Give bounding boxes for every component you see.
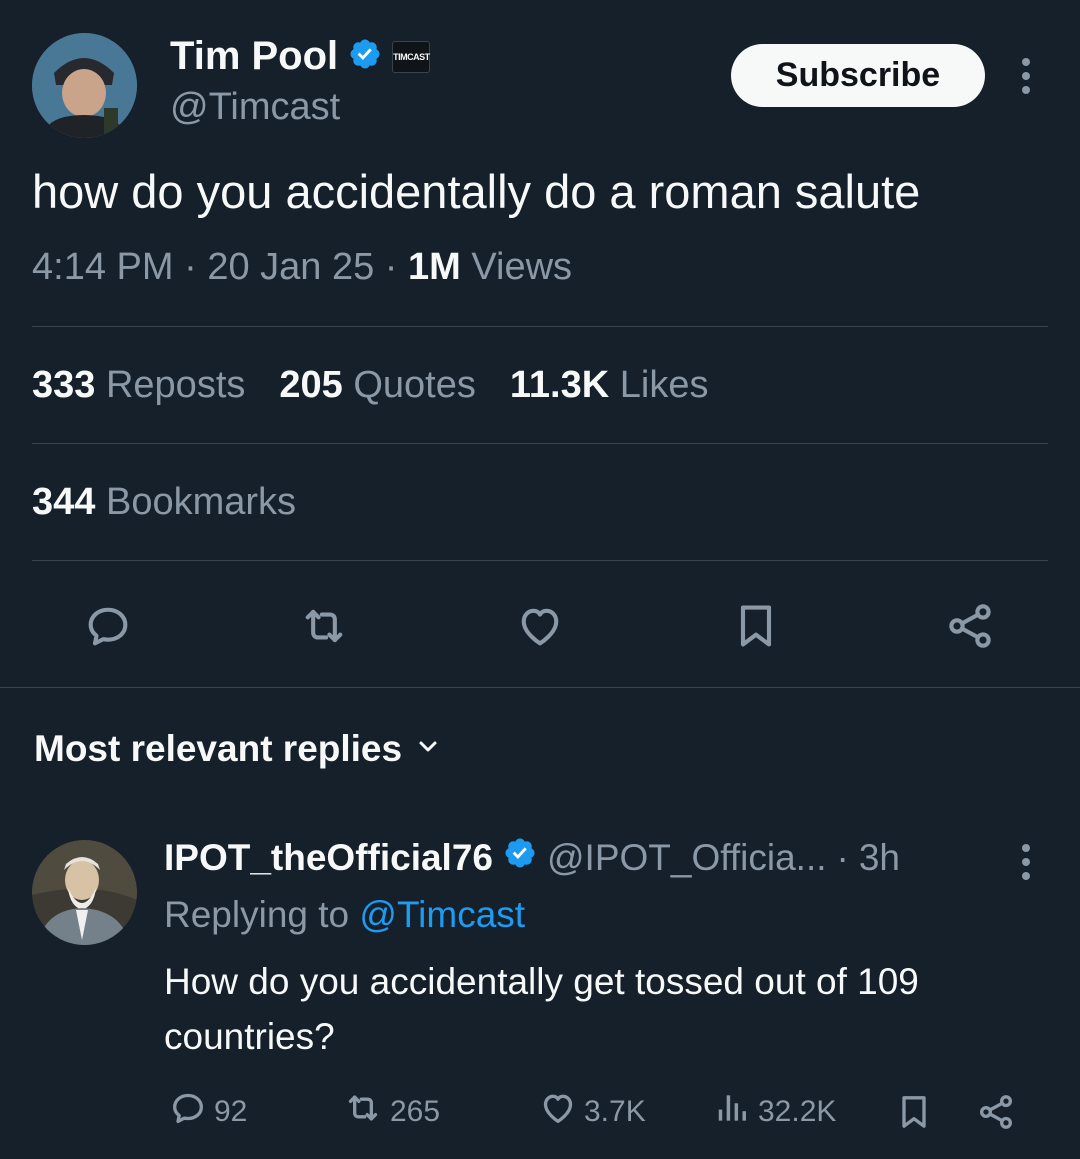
bookmark-icon[interactable]: [730, 600, 782, 652]
like-count: 3.7K: [584, 1095, 646, 1128]
author-handle[interactable]: @Timcast: [170, 86, 340, 129]
likes-stat[interactable]: 11.3K Likes: [510, 364, 709, 407]
chevron-down-icon: [416, 735, 440, 764]
reply-author-avatar[interactable]: [32, 840, 137, 945]
replies-header: Most relevant replies: [34, 728, 403, 769]
like-icon[interactable]: [513, 600, 567, 652]
subscribe-button[interactable]: Subscribe: [731, 44, 985, 107]
divider: [32, 560, 1048, 561]
replying-to: Replying to @Timcast: [164, 894, 526, 935]
bookmark-icon[interactable]: [894, 1092, 976, 1132]
reply-text: How do you accidentally get tossed out o…: [164, 961, 919, 1057]
like-icon: [538, 1088, 578, 1136]
affiliate-badge[interactable]: TIMCAST: [392, 40, 431, 73]
reply-repost-button[interactable]: 265: [342, 1088, 538, 1136]
view-count: 32.2K: [758, 1095, 837, 1128]
views-icon: [714, 1088, 752, 1136]
author-name[interactable]: Tim Pool: [170, 34, 338, 79]
subscribe-label: Subscribe: [775, 56, 941, 94]
reply-age[interactable]: 3h: [859, 837, 900, 879]
tweet-text: how do you accidentally do a roman salut…: [32, 165, 921, 218]
verified-badge-icon: [503, 836, 537, 879]
reply-action-bar: 92 265 3.7K 32.2K: [168, 1088, 1028, 1136]
reply-author-name[interactable]: IPOT_theOfficial76: [164, 837, 493, 879]
reposts-stat[interactable]: 333 Reposts: [32, 364, 245, 407]
reply-icon[interactable]: [82, 600, 134, 652]
share-icon[interactable]: [944, 600, 996, 652]
replying-to-handle[interactable]: @Timcast: [359, 894, 525, 935]
repost-icon: [342, 1088, 384, 1136]
reply-count: 92: [214, 1095, 248, 1128]
section-divider: [0, 687, 1080, 688]
author-avatar[interactable]: [32, 33, 137, 138]
bookmarks-stat[interactable]: 344 Bookmarks: [32, 481, 296, 524]
more-options-icon[interactable]: [1014, 56, 1038, 96]
reply-views-button[interactable]: 32.2K: [714, 1088, 894, 1136]
verified-badge-icon: [348, 37, 382, 76]
quotes-stat[interactable]: 205 Quotes: [279, 364, 476, 407]
reply-icon: [168, 1088, 208, 1136]
views-count: 1M: [408, 246, 461, 288]
divider: [32, 443, 1048, 444]
reply-reply-button[interactable]: 92: [168, 1088, 342, 1136]
share-icon[interactable]: [976, 1092, 1016, 1132]
repost-count: 265: [390, 1095, 441, 1128]
engagement-stats: 333 Reposts 205 Quotes 11.3K Likes: [32, 364, 708, 407]
reply-author-handle[interactable]: @IPOT_Officia...: [547, 837, 827, 879]
repost-icon[interactable]: [296, 600, 352, 652]
tweet-time[interactable]: 4:14 PM: [32, 246, 174, 288]
reply-like-button[interactable]: 3.7K: [538, 1088, 714, 1136]
tweet-date[interactable]: 20 Jan 25: [207, 246, 374, 288]
replies-sort-dropdown[interactable]: Most relevant replies: [34, 728, 440, 770]
tweet-meta: 4:14 PM · 20 Jan 25 · 1M Views: [32, 246, 573, 288]
divider: [32, 326, 1048, 327]
views-label: Views: [471, 246, 573, 288]
reply-more-options-icon[interactable]: [1014, 842, 1038, 882]
